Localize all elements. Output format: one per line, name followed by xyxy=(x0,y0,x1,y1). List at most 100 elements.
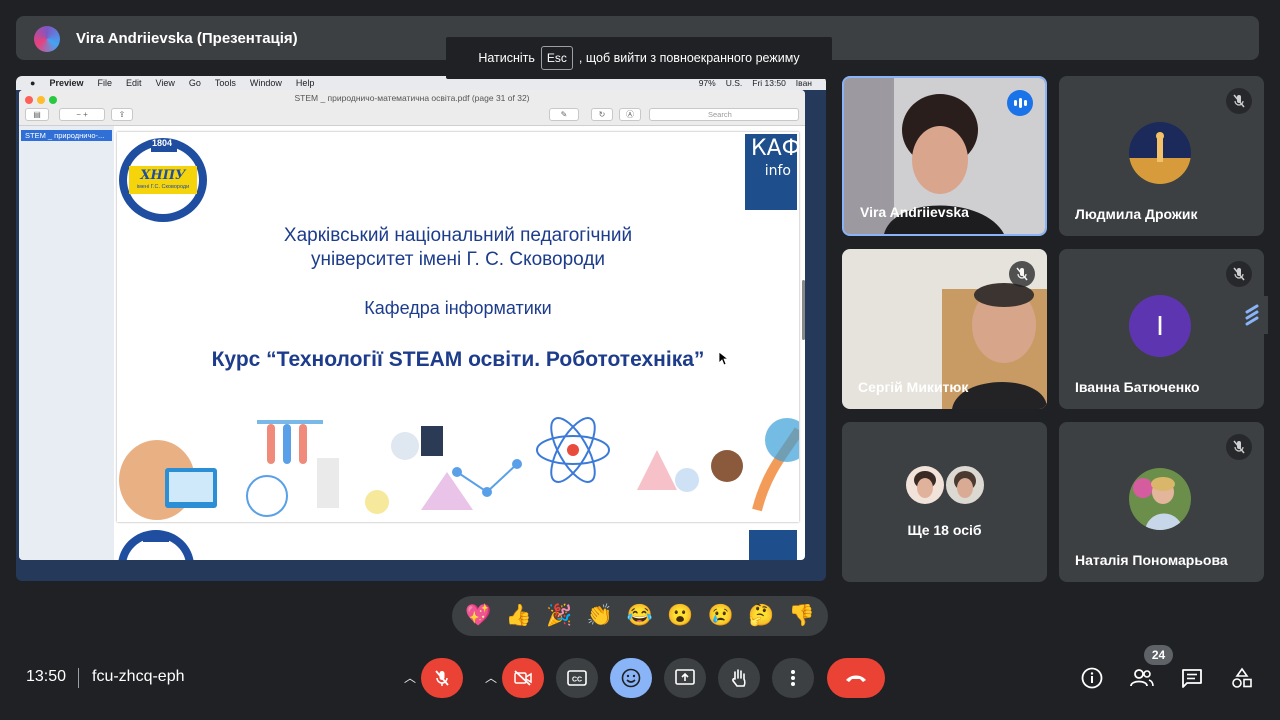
raise-hand-button[interactable] xyxy=(718,658,760,698)
info-icon xyxy=(1081,667,1103,689)
photo-avatar-icon xyxy=(1129,468,1191,530)
meeting-details-button[interactable] xyxy=(1080,666,1104,690)
university-name: Харківський національний педагогічний ун… xyxy=(117,224,799,272)
mac-menu-preview: Preview xyxy=(49,78,84,88)
toast-suffix: , щоб вийти з повноекранного режиму xyxy=(578,51,800,65)
participant-thumb-icon xyxy=(944,464,986,506)
participant-name: Vira Andriievska xyxy=(860,204,969,220)
reactions-bar: 💖 👍 🎉 👏 😂 😮 😢 🤔 👎 xyxy=(452,596,828,636)
next-slide-page xyxy=(117,526,799,560)
share-icon: ⇪ xyxy=(111,108,133,121)
participant-name: Людмила Дрожик xyxy=(1075,206,1198,222)
activities-button[interactable] xyxy=(1230,666,1254,690)
people-button[interactable] xyxy=(1130,666,1154,690)
window-toolbar: STEM _ природничо-математична освіта.pdf… xyxy=(19,90,805,126)
reaction-thumbs-up-button[interactable]: 👍 xyxy=(506,604,532,628)
more-vert-icon xyxy=(791,670,795,686)
mac-menu-go: Go xyxy=(188,78,201,88)
participant-tile-lyudmyla[interactable]: Людмила Дрожик xyxy=(1059,76,1264,236)
fullscreen-exit-toast: Натисніть Esc , щоб вийти з повноекранно… xyxy=(446,37,832,79)
meeting-code: fcu-zhcq-eph xyxy=(92,668,185,685)
reactions-toggle-button[interactable] xyxy=(610,658,652,698)
mac-menu-file: File xyxy=(97,78,112,88)
reaction-surprised-button[interactable]: 😮 xyxy=(667,604,693,628)
pdf-scrollbar xyxy=(802,280,805,340)
thumbnail-sidebar: STEM _ природничо-... xyxy=(19,126,114,560)
mac-menu-tools: Tools xyxy=(214,78,236,88)
hang-up-icon xyxy=(846,675,866,682)
sidebar-document-item: STEM _ природничо-... xyxy=(21,130,112,141)
pdf-slide-page: 1804 ХНПУ імені Г.С. Сковороди КАФ info … xyxy=(117,132,801,522)
city-avatar-icon xyxy=(1129,122,1191,184)
annotate-icon: Ⓐ xyxy=(619,108,641,121)
chat-button[interactable] xyxy=(1180,666,1204,690)
university-line-2: університет імені Г. С. Сковороди xyxy=(310,249,606,270)
kaf-logo-top: КАФ xyxy=(751,136,801,161)
mic-off-icon xyxy=(435,670,449,686)
participant-thumb-icon xyxy=(906,466,944,504)
shapes-icon xyxy=(1232,667,1252,688)
participant-name: Іванна Батюченко xyxy=(1075,379,1200,395)
presenter-label: Vira Andriievska (Презентація) xyxy=(76,30,298,47)
mic-off-icon xyxy=(1226,88,1252,114)
reaction-thinking-button[interactable]: 🤔 xyxy=(748,604,774,628)
hand-icon xyxy=(732,669,746,687)
document-title: STEM _ природничо-математична освіта.pdf… xyxy=(294,93,530,103)
meeting-clock: 13:50 xyxy=(26,668,67,685)
camera-options-chevron-icon[interactable]: ︿ xyxy=(485,669,497,686)
next-page-seal-icon xyxy=(118,530,194,560)
svg-text:CC: CC xyxy=(572,677,582,684)
mic-toggle-button[interactable] xyxy=(421,658,463,698)
participant-tile-serhii[interactable]: Сергій Микитюк xyxy=(842,249,1047,409)
captions-button[interactable]: CC xyxy=(556,658,598,698)
window-search-field: Search xyxy=(649,108,799,121)
reaction-clap-button[interactable]: 👏 xyxy=(586,604,612,628)
battery-text: 97% xyxy=(698,78,716,88)
mic-off-icon xyxy=(1009,261,1035,287)
sidebar-toggle-icon: ▤ xyxy=(25,108,49,121)
more-participants-label: Ще 18 осіб xyxy=(907,522,982,538)
toast-prefix: Натисніть xyxy=(478,51,535,65)
apple-icon: ● xyxy=(30,78,36,88)
people-icon xyxy=(1130,669,1154,687)
people-count-badge: 24 xyxy=(1144,645,1173,665)
rotate-icon: ↻ xyxy=(591,108,613,121)
camera-toggle-button[interactable] xyxy=(502,658,544,698)
kaf-info-logo: КАФ info xyxy=(745,134,801,210)
reaction-heart-button[interactable]: 💖 xyxy=(465,604,491,628)
seal-year: 1804 xyxy=(152,138,173,148)
participant-tile-ivanna[interactable]: І Іванна Батюченко xyxy=(1059,249,1264,409)
captions-icon: CC xyxy=(567,670,587,686)
reaction-laugh-button[interactable]: 😂 xyxy=(627,604,653,628)
mac-menu-window: Window xyxy=(249,78,282,88)
mic-off-icon xyxy=(1226,434,1252,460)
more-participants-tile[interactable]: Ще 18 осіб xyxy=(842,422,1047,582)
participant-tile-vira[interactable]: Vira Andriievska xyxy=(842,76,1047,236)
presenter-avatar xyxy=(34,26,60,52)
markup-icon: ✎ xyxy=(549,108,579,121)
leave-call-button[interactable] xyxy=(827,658,885,698)
kaf-logo-bottom: info xyxy=(764,163,791,179)
divider xyxy=(78,668,79,688)
participant-tile-nataliia[interactable]: Наталія Пономарьова xyxy=(1059,422,1264,582)
participant-name: Сергій Микитюк xyxy=(858,379,969,395)
reaction-party-button[interactable]: 🎉 xyxy=(546,604,572,628)
seal-text: ХНПУ xyxy=(140,168,186,183)
more-options-button[interactable] xyxy=(772,658,814,698)
next-page-kaf-logo xyxy=(749,530,797,560)
reaction-sad-button[interactable]: 😢 xyxy=(708,604,734,628)
present-button[interactable] xyxy=(664,658,706,698)
department-name: Кафедра інформатики xyxy=(364,298,552,318)
mac-menu-help: Help xyxy=(295,78,315,88)
camera-off-icon xyxy=(514,670,532,686)
mac-menu-edit: Edit xyxy=(125,78,142,88)
mac-clock: Fri 13:50 xyxy=(752,78,786,88)
chat-icon xyxy=(1182,669,1202,688)
initial-avatar: І xyxy=(1129,295,1191,357)
esc-key-badge: Esc xyxy=(540,46,573,70)
side-panel-tab[interactable] xyxy=(1236,296,1268,334)
zoom-controls-icon: − + xyxy=(59,108,105,121)
reaction-thumbs-down-button[interactable]: 👎 xyxy=(789,604,815,628)
mic-options-chevron-icon[interactable]: ︿ xyxy=(404,669,416,686)
preview-window: STEM _ природничо-математична освіта.pdf… xyxy=(19,90,805,560)
